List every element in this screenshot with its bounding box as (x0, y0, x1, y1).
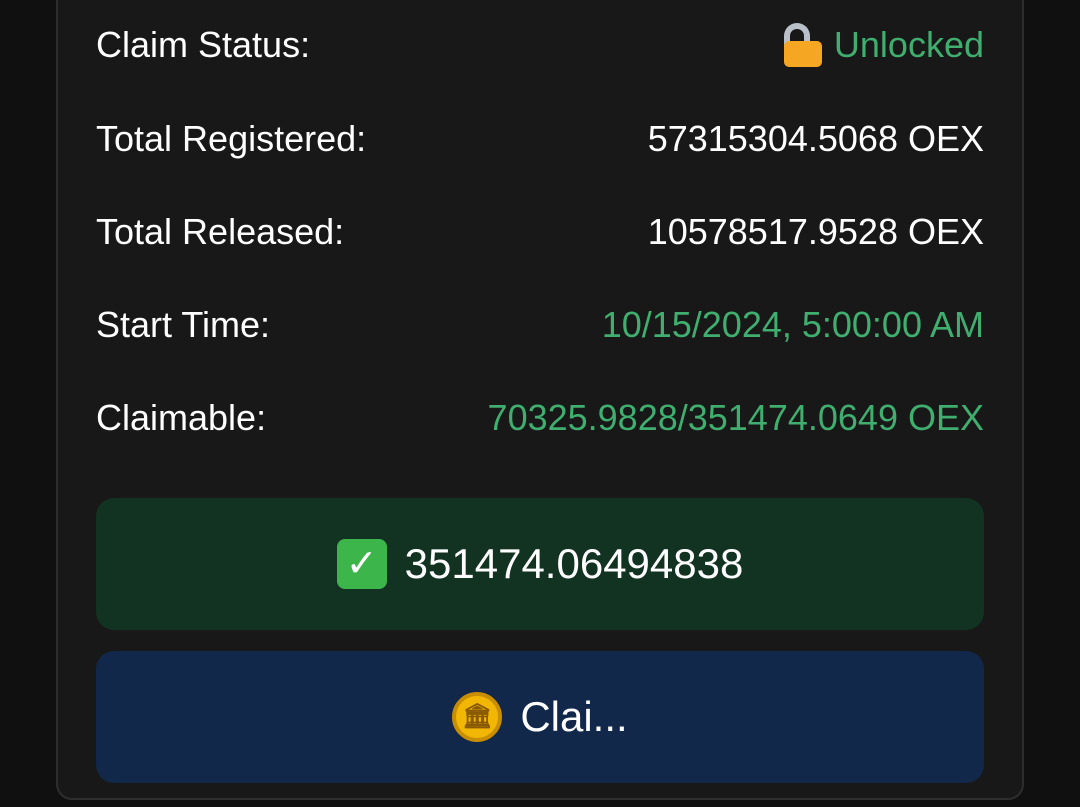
total-released-label: Total Released: (96, 211, 345, 252)
total-registered-row: Total Registered: 57315304.5068 OEX (96, 109, 984, 169)
claim-status-value-wrap: Unlocked (783, 23, 984, 67)
claim-status-label: Claim Status: (96, 24, 311, 65)
claimable-row: Claimable: 70325.9828/351474.0649 OEX (96, 388, 984, 448)
claim-status-row: Claim Status: Unlocked (96, 15, 984, 75)
check-mark-icon: ✓ (336, 539, 387, 589)
start-time-label: Start Time: (96, 304, 271, 345)
total-registered-label: Total Registered: (96, 118, 367, 159)
claim-button[interactable]: 🏛 Clai... (96, 651, 984, 783)
claim-button-label: Clai... (520, 693, 628, 740)
claimable-value: 70325.9828/351474.0649 OEX (487, 397, 984, 438)
unlocked-lock-icon (783, 23, 822, 67)
total-registered-value: 57315304.5068 OEX (647, 118, 984, 159)
start-time-row: Start Time: 10/15/2024, 5:00:00 AM (96, 295, 984, 355)
claim-status-value: Unlocked (833, 24, 984, 65)
start-time-value: 10/15/2024, 5:00:00 AM (601, 304, 984, 345)
coin-icon: 🏛 (452, 692, 503, 742)
claimable-amount-button[interactable]: ✓ 351474.06494838 (96, 498, 984, 630)
claimable-amount-label: 351474.06494838 (404, 540, 744, 587)
total-released-value: 10578517.9528 OEX (647, 211, 984, 252)
claimable-label: Claimable: (96, 397, 267, 438)
total-released-row: Total Released: 10578517.9528 OEX (96, 202, 984, 262)
